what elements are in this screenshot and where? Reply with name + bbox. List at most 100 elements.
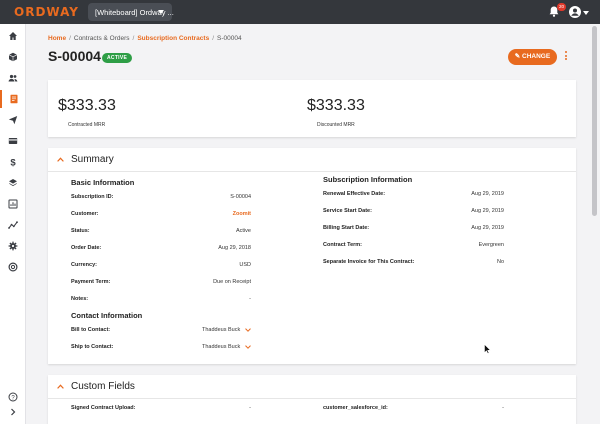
breadcrumb-contracts[interactable]: Contracts & Orders bbox=[74, 35, 130, 42]
scrollbar[interactable] bbox=[592, 26, 597, 216]
contracted-mrr-label: Contracted MRR bbox=[68, 122, 106, 128]
report-icon bbox=[8, 199, 18, 209]
mrr-card: $333.33 Contracted MRR $333.33 Discounte… bbox=[48, 80, 576, 137]
sidebar: $ ? bbox=[0, 24, 26, 424]
info-row: Customer: Zoomit bbox=[71, 211, 251, 221]
info-key: Contract Term: bbox=[323, 242, 363, 248]
info-value: Aug 29, 2019 bbox=[471, 191, 504, 197]
info-value: Due on Receipt bbox=[213, 279, 251, 285]
breadcrumb: Home / Contracts & Orders / Subscription Con… bbox=[48, 35, 242, 42]
nav-payments[interactable]: $ bbox=[0, 153, 26, 171]
info-value: - bbox=[249, 296, 251, 302]
divider bbox=[48, 171, 576, 172]
info-key: customer_salesforce_id: bbox=[323, 405, 388, 411]
nav-plans[interactable] bbox=[0, 174, 26, 192]
users-icon bbox=[8, 74, 18, 82]
info-key: Signed Contract Upload: bbox=[71, 405, 136, 411]
info-row: Renewal Effective Date: Aug 29, 2019 bbox=[323, 191, 504, 201]
logo[interactable]: ORDWAY bbox=[14, 5, 79, 19]
contact-key: Ship to Contact: bbox=[71, 344, 114, 350]
info-value: Aug 29, 2018 bbox=[218, 245, 251, 251]
info-key: Notes: bbox=[71, 296, 89, 302]
contracted-mrr-value: $333.33 bbox=[58, 97, 116, 114]
info-value: Active bbox=[236, 228, 251, 234]
summary-title: Summary bbox=[71, 154, 114, 165]
nav-contracts[interactable] bbox=[0, 90, 26, 108]
caret-down-icon bbox=[158, 10, 164, 14]
nav-products[interactable] bbox=[0, 48, 26, 66]
card-icon bbox=[8, 138, 18, 144]
info-value: USD bbox=[239, 262, 251, 268]
info-key: Service Start Date: bbox=[323, 208, 372, 214]
contact-info-title: Contact Information bbox=[71, 311, 143, 320]
chevron-up-icon bbox=[57, 384, 64, 389]
workspace-select[interactable]: [Whiteboard] Ordway ... bbox=[88, 3, 174, 21]
contract-icon bbox=[10, 94, 18, 104]
breadcrumb-current: S-00004 bbox=[217, 35, 242, 42]
summary-card: Summary Basic Information Subscription I… bbox=[48, 148, 576, 364]
custom-fields-header[interactable]: Custom Fields bbox=[57, 381, 135, 392]
chevron-down-icon[interactable] bbox=[245, 345, 251, 349]
breadcrumb-home[interactable]: Home bbox=[48, 35, 66, 42]
nav-billing[interactable] bbox=[0, 132, 26, 150]
nav-settings[interactable] bbox=[0, 237, 26, 255]
basic-info-title: Basic Information bbox=[71, 178, 135, 187]
nav-analytics[interactable] bbox=[0, 216, 26, 234]
nav-home[interactable] bbox=[0, 27, 26, 45]
info-key: Billing Start Date: bbox=[323, 225, 370, 231]
info-row: Billing Start Date: Aug 29, 2019 bbox=[323, 225, 504, 235]
info-key: Separate Invoice for This Contract: bbox=[323, 259, 415, 265]
subscription-info-title: Subscription Information bbox=[323, 175, 413, 184]
home-icon bbox=[9, 32, 17, 40]
page-title: S-00004 bbox=[48, 48, 101, 64]
expand-icon bbox=[11, 408, 16, 416]
breadcrumb-subscription-contracts[interactable]: Subscription Contracts bbox=[137, 35, 209, 42]
info-row: Notes: - bbox=[71, 296, 251, 306]
notification-badge: 20 bbox=[557, 3, 566, 11]
info-row: Payment Term: Due on Receipt bbox=[71, 279, 251, 289]
customer-link[interactable]: Zoomit bbox=[233, 211, 251, 217]
chevron-up-icon bbox=[57, 157, 64, 162]
top-bar: ORDWAY [Whiteboard] Ordway ... 20 bbox=[0, 0, 600, 24]
support-icon bbox=[8, 262, 18, 272]
svg-text:$: $ bbox=[10, 158, 16, 167]
info-key: Subscription ID: bbox=[71, 194, 114, 200]
send-icon bbox=[8, 116, 18, 125]
divider bbox=[48, 398, 576, 399]
info-value: Aug 29, 2019 bbox=[471, 208, 504, 214]
info-row: Service Start Date: Aug 29, 2019 bbox=[323, 208, 504, 218]
info-value: - bbox=[249, 405, 251, 411]
info-row: Order Date: Aug 29, 2018 bbox=[71, 245, 251, 255]
change-button[interactable]: ✎ CHANGE bbox=[508, 49, 557, 65]
status-badge: ACTIVE bbox=[102, 53, 133, 63]
summary-header[interactable]: Summary bbox=[57, 154, 114, 165]
info-key: Customer: bbox=[71, 211, 99, 217]
info-row: Subscription ID: S-00004 bbox=[71, 194, 251, 204]
user-avatar-icon[interactable] bbox=[569, 6, 581, 18]
user-menu-caret-icon[interactable] bbox=[583, 11, 589, 15]
analytics-icon bbox=[8, 221, 18, 229]
nav-customers[interactable] bbox=[0, 69, 26, 87]
ship-to-contact-value[interactable]: Thaddeus Buck bbox=[202, 344, 240, 350]
nav-support[interactable] bbox=[0, 258, 26, 276]
info-row: Currency: USD bbox=[71, 262, 251, 272]
info-row: Status: Active bbox=[71, 228, 251, 238]
info-key: Currency: bbox=[71, 262, 97, 268]
nav-reports[interactable] bbox=[0, 195, 26, 213]
info-key: Status: bbox=[71, 228, 90, 234]
package-icon bbox=[8, 52, 18, 62]
info-value: Evergreen bbox=[478, 242, 504, 248]
help-icon: ? bbox=[8, 392, 18, 402]
info-value: No bbox=[496, 259, 504, 265]
info-value: - bbox=[502, 405, 504, 411]
nav-expand[interactable] bbox=[0, 403, 26, 421]
chevron-down-icon[interactable] bbox=[245, 328, 251, 332]
nav-send[interactable] bbox=[0, 111, 26, 129]
custom-fields-card: Custom Fields Signed Contract Upload: - … bbox=[48, 375, 576, 424]
info-row: Signed Contract Upload: - bbox=[71, 405, 251, 415]
dollar-icon: $ bbox=[10, 158, 16, 167]
bill-to-contact-value[interactable]: Thaddeus Buck bbox=[202, 327, 240, 333]
settings-icon bbox=[8, 241, 18, 251]
more-options-icon[interactable] bbox=[564, 51, 568, 63]
info-key: Payment Term: bbox=[71, 279, 111, 285]
